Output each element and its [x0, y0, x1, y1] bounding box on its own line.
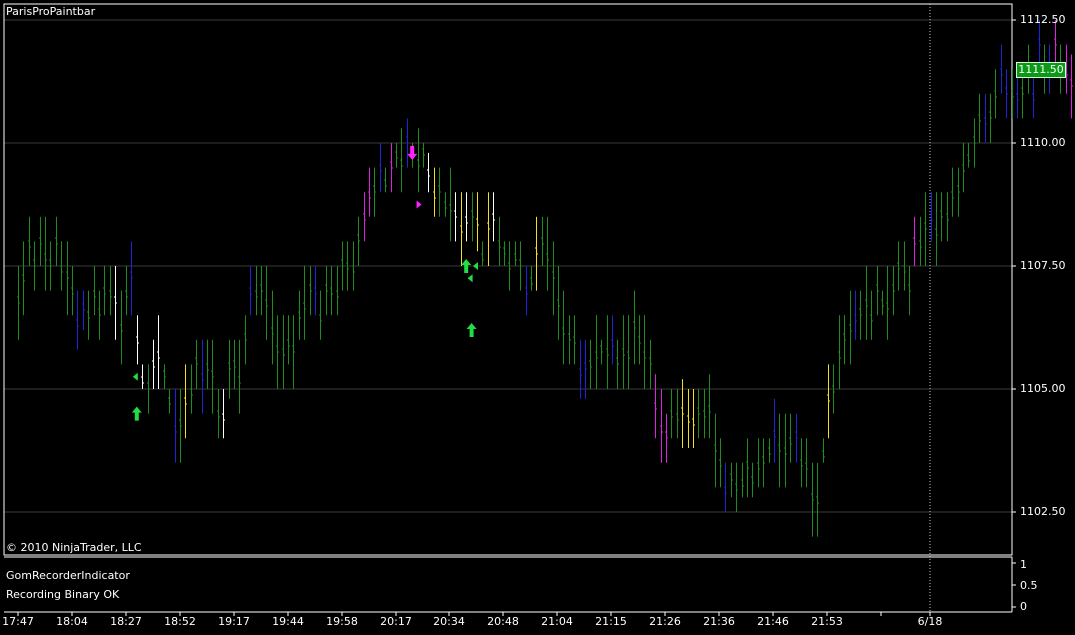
lower-axis-label-1: 1: [1020, 558, 1027, 571]
lower-axis-label-0: 0: [1020, 600, 1027, 613]
price-panel-frame: [3, 3, 1013, 556]
time-tick-label: 19:58: [326, 615, 358, 628]
lower-axis-label-0-5: 0.5: [1020, 579, 1038, 592]
time-tick-label: 21:04: [541, 615, 573, 628]
buy-arrow-icon: [466, 322, 477, 337]
price-tick-label: 1112.50: [1020, 13, 1066, 26]
buy-triangle-icon: [132, 372, 138, 381]
time-tick-label: 21:26: [649, 615, 681, 628]
time-tick-label: 6/18: [917, 615, 943, 628]
time-tick-label: 20:48: [487, 615, 519, 628]
time-tick-label: 19:44: [272, 615, 304, 628]
time-tick-label: 21:53: [811, 615, 843, 628]
price-tick-label: 1102.50: [1020, 505, 1066, 518]
time-tick-label: 18:27: [110, 615, 142, 628]
time-tick-label: 19:17: [218, 615, 250, 628]
current-price-tag: 1111.50: [1016, 62, 1066, 78]
time-tick-label: 21:36: [703, 615, 735, 628]
chart-axes: [3, 3, 1016, 616]
price-bars: [17, 20, 1073, 537]
price-grid: [4, 19, 1012, 513]
recording-status-text: Recording Binary OK: [6, 588, 120, 601]
price-chart[interactable]: [0, 0, 1075, 635]
price-tick-label: 1110.00: [1020, 136, 1066, 149]
buy-arrow-icon: [131, 406, 142, 421]
sell-arrow-icon: [407, 145, 418, 160]
time-tick-label: 18:52: [164, 615, 196, 628]
indicator-title: ParisProPaintbar: [6, 5, 96, 18]
time-tick-label: 21:46: [757, 615, 789, 628]
buy-triangle-icon: [473, 262, 478, 270]
price-tick-label: 1107.50: [1020, 259, 1066, 272]
buy-triangle-icon: [467, 274, 473, 283]
price-tick-label: 1105.00: [1020, 382, 1066, 395]
time-tick-label: 20:34: [433, 615, 465, 628]
sell-triangle-icon: [416, 200, 422, 209]
time-tick-label: 20:17: [380, 615, 412, 628]
time-tick-label: 18:04: [56, 615, 88, 628]
lower-panel-indicator-name: GomRecorderIndicator: [6, 569, 130, 582]
time-tick-label: 21:15: [595, 615, 627, 628]
copyright-text: © 2010 NinjaTrader, LLC: [6, 541, 142, 554]
time-tick-label: 17:47: [2, 615, 34, 628]
